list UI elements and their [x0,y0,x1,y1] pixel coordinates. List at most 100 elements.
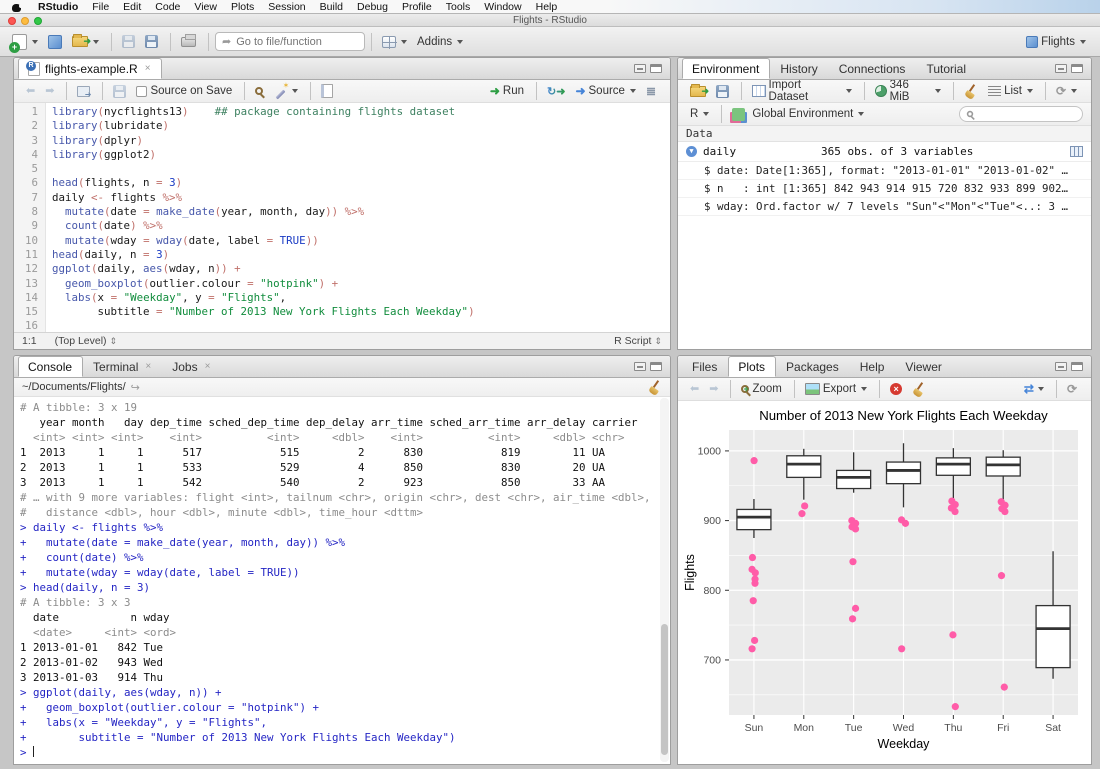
pane-layout-button[interactable] [378,34,411,50]
minimize-pane-icon[interactable] [1055,64,1067,73]
project-label: Flights [1041,35,1075,48]
save-button[interactable] [118,33,139,50]
close-window-button[interactable] [8,17,16,25]
code-tools-button[interactable] [269,81,302,100]
tab-tutorial[interactable]: Tutorial [916,58,977,79]
close-tab-icon[interactable]: × [205,361,211,372]
new-project-button[interactable] [44,33,66,51]
compile-report-button[interactable] [317,82,337,100]
load-workspace-button[interactable] [686,83,710,99]
remove-plot-button[interactable]: × [886,381,906,397]
maximize-pane-icon[interactable] [1071,64,1083,73]
tab-console[interactable]: Console [18,356,84,377]
checkbox-icon [136,85,148,97]
menu-debug[interactable]: Debug [350,1,395,13]
memory-usage-dropdown[interactable]: 346 MiB [871,77,945,105]
goto-file-box[interactable]: ➦ [215,32,365,51]
clear-plots-button[interactable] [908,380,930,398]
menu-view[interactable]: View [187,1,224,13]
open-file-button[interactable] [68,34,103,49]
tab-flights-example[interactable]: flights-example.R × [18,58,162,79]
refresh-plot-button[interactable]: ⟳ [1063,380,1081,398]
tab-files[interactable]: Files [682,356,728,377]
clear-console-icon[interactable] [648,380,662,394]
maximize-pane-icon[interactable] [650,64,662,73]
goto-directory-icon[interactable]: ↪ [131,381,140,394]
tab-plots[interactable]: Plots [728,356,777,377]
menu-session[interactable]: Session [261,1,312,13]
editor-code[interactable]: library(nycflights13) ## package contain… [46,103,670,334]
back-button[interactable]: ⬅ [22,84,39,99]
run-button[interactable]: ➜ Run [486,82,528,100]
menu-rstudio[interactable]: RStudio [31,1,85,13]
console-output[interactable]: # A tibble: 3 x 19 year month day dep_ti… [14,397,670,764]
code-editor[interactable]: 1 2 3 4 5 6 7 8 9 10 11 12 13 14 15 16 library(nycfligh… [14,103,670,334]
goto-file-input[interactable] [236,35,347,48]
minimize-pane-icon[interactable] [1055,362,1067,371]
menu-items: RStudio File Edit Code View Plots Session Build… [31,1,564,13]
source-on-save-checkbox[interactable]: Source on Save [132,83,236,99]
doc-type-selector[interactable]: R Script ⇕ [614,335,662,347]
zoom-window-button[interactable] [34,17,42,25]
maximize-pane-icon[interactable] [1071,362,1083,371]
rerun-button[interactable]: ↻➜ [543,83,569,100]
save-source-button[interactable] [109,83,130,100]
clear-objects-button[interactable] [960,82,982,100]
menu-file[interactable]: File [85,1,116,13]
collapse-object-icon[interactable]: ▼ [686,146,697,157]
scope-selector[interactable]: (Top Level) ⇕ [55,335,118,347]
export-plot-button[interactable]: Export [801,381,871,397]
console-scrollbar[interactable] [660,398,669,762]
import-dataset-button[interactable]: Import Dataset [748,77,856,105]
tab-viewer[interactable]: Viewer [895,356,952,377]
minimize-window-button[interactable] [21,17,29,25]
menu-help[interactable]: Help [529,1,565,13]
global-environment-dropdown[interactable]: Global Environment [728,106,868,123]
popout-button[interactable] [73,84,94,99]
list-view-dropdown[interactable]: List [984,83,1037,99]
menu-code[interactable]: Code [148,1,187,13]
scrollbar-thumb[interactable] [661,623,668,755]
close-tab-icon[interactable]: × [145,361,151,372]
menu-tools[interactable]: Tools [439,1,478,13]
tab-packages[interactable]: Packages [776,356,850,377]
next-plot-button[interactable]: ➡ [705,382,722,397]
view-data-icon[interactable] [1070,146,1083,157]
publish-plot-button[interactable]: ⇄ [1020,380,1048,398]
menu-edit[interactable]: Edit [116,1,148,13]
tab-connections[interactable]: Connections [829,58,917,79]
menu-build[interactable]: Build [313,1,350,13]
menu-window[interactable]: Window [477,1,528,13]
console-prompt[interactable]: > [20,745,670,760]
save-workspace-button[interactable] [712,83,733,100]
print-button[interactable] [177,33,200,49]
object-row-daily[interactable]: ▼ daily 365 obs. of 3 variables [678,142,1091,162]
language-dropdown[interactable]: R [686,106,713,122]
maximize-pane-icon[interactable] [650,362,662,371]
menu-profile[interactable]: Profile [395,1,439,13]
find-button[interactable] [251,85,267,97]
source-button[interactable]: ➜ Source [571,82,640,100]
environment-search-box[interactable] [959,106,1083,122]
tab-environment[interactable]: Environment [682,58,771,79]
new-file-button[interactable] [8,32,42,53]
tab-jobs[interactable]: Jobs × [162,356,221,377]
environment-search-input[interactable] [978,108,1068,120]
project-dropdown[interactable]: Flights [1022,34,1090,50]
zoom-plot-button[interactable]: Zoom [737,381,785,397]
refresh-environment-button[interactable]: ⟳ [1052,82,1081,100]
previous-plot-button[interactable]: ⬅ [686,382,703,397]
minimize-pane-icon[interactable] [634,64,646,73]
addins-dropdown[interactable]: Addins [413,34,467,50]
outline-button[interactable]: ≣ [642,82,660,100]
export-label: Export [822,383,857,395]
tab-help[interactable]: Help [850,356,896,377]
tab-history[interactable]: History [770,58,828,79]
close-tab-icon[interactable]: × [145,63,151,74]
apple-logo-icon[interactable] [12,2,23,12]
tab-terminal[interactable]: Terminal × [83,356,162,377]
forward-button[interactable]: ➡ [41,84,58,99]
minimize-pane-icon[interactable] [634,362,646,371]
menu-plots[interactable]: Plots [224,1,261,13]
save-all-button[interactable] [141,33,162,50]
